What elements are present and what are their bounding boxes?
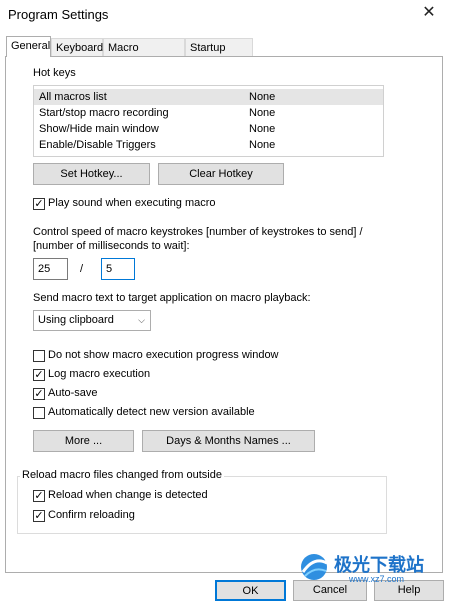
send-mode-value: Using clipboard [38, 314, 114, 326]
watermark-url: www.xz7.com [349, 574, 405, 584]
play-sound-label: Play sound when executing macro [48, 197, 216, 209]
no-progress-window-label: Do not show macro execution progress win… [48, 349, 279, 361]
auto-save-checkbox[interactable]: ✓ [33, 388, 45, 400]
hotkey-row[interactable]: Show/Hide main window None [34, 121, 383, 137]
reload-on-change-label: Reload when change is detected [48, 489, 208, 501]
hotkey-action: Enable/Disable Triggers [39, 139, 156, 151]
hotkey-key: None [249, 107, 276, 119]
play-sound-checkbox[interactable]: ✓ [33, 198, 45, 210]
confirm-reloading-label: Confirm reloading [48, 509, 135, 521]
tab-macro-toolbars[interactable]: Macro Toolbars [103, 38, 185, 72]
keystrokes-input[interactable]: 25 [33, 258, 68, 280]
speed-label-line1: Control speed of macro keystrokes [numbe… [33, 226, 363, 238]
reload-on-change-checkbox[interactable]: ✓ [33, 490, 45, 502]
hotkey-key: None [249, 123, 276, 135]
window-title: Program Settings [8, 7, 109, 22]
tab-keyboard[interactable]: Keyboard [51, 38, 103, 56]
hotkey-action: All macros list [39, 91, 107, 103]
confirm-reloading-checkbox[interactable]: ✓ [33, 510, 45, 522]
log-execution-checkbox[interactable]: ✓ [33, 369, 45, 381]
send-mode-dropdown[interactable]: Using clipboard ⌵ [33, 310, 151, 331]
days-months-names-button[interactable]: Days & Months Names ... [142, 430, 315, 452]
auto-save-label: Auto-save [48, 387, 98, 399]
clear-hotkey-button[interactable]: Clear Hotkey [158, 163, 284, 185]
hotkey-row[interactable]: Start/stop macro recording None [34, 105, 383, 121]
aurora-icon [301, 554, 328, 580]
reload-group-label: Reload macro files changed from outside [20, 469, 224, 481]
detect-version-label: Automatically detect new version availab… [48, 406, 255, 418]
hotkeys-list[interactable]: All macros list None Start/stop macro re… [33, 85, 384, 157]
ok-button[interactable]: OK [215, 580, 286, 601]
log-execution-label: Log macro execution [48, 368, 151, 380]
speed-separator: / [80, 263, 84, 275]
milliseconds-input[interactable]: 5 [101, 258, 135, 280]
no-progress-window-checkbox[interactable] [33, 350, 45, 362]
hotkey-action: Show/Hide main window [39, 123, 159, 135]
tab-startup-files[interactable]: Startup Files [185, 38, 253, 72]
hotkey-row[interactable]: All macros list None [34, 89, 383, 105]
send-text-label: Send macro text to target application on… [33, 292, 311, 304]
tab-general[interactable]: General [6, 36, 51, 57]
hotkey-key: None [249, 91, 276, 103]
hotkeys-section-label: Hot keys [33, 67, 76, 79]
close-icon[interactable]: ✕ [420, 3, 438, 23]
reload-groupbox [17, 476, 387, 534]
speed-label-line2: [number of milliseconds to wait]: [33, 240, 190, 252]
more-button[interactable]: More ... [33, 430, 134, 452]
detect-version-checkbox[interactable] [33, 407, 45, 419]
chevron-down-icon: ⌵ [138, 315, 145, 325]
hotkey-action: Start/stop macro recording [39, 107, 169, 119]
hotkey-key: None [249, 139, 276, 151]
hotkey-row[interactable]: Enable/Disable Triggers None [34, 137, 383, 153]
set-hotkey-button[interactable]: Set Hotkey... [33, 163, 150, 185]
watermark-logo: 极光下载站 www.xz7.com [297, 551, 451, 584]
